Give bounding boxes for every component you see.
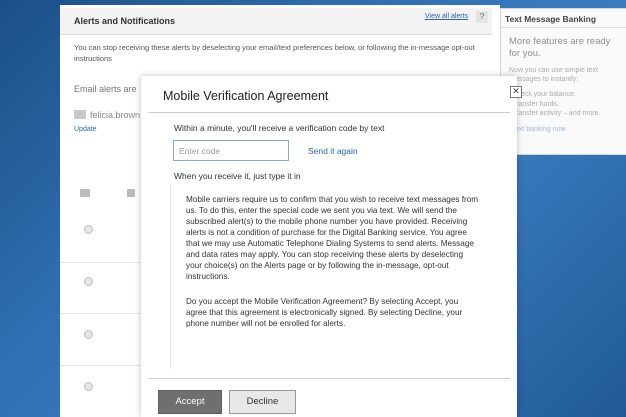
email-address: felicia.brown — [90, 109, 141, 120]
alerts-title: Alerts and Notifications — [74, 16, 176, 26]
row-divider — [60, 262, 150, 263]
modal-title: Mobile Verification Agreement — [163, 89, 329, 103]
now-text: Now you can use simple text messages to … — [509, 67, 599, 83]
mail-icon — [74, 110, 86, 120]
email-radio[interactable] — [84, 382, 93, 391]
code-input[interactable] — [173, 140, 289, 161]
email-alerts-label: Email alerts are — [74, 84, 137, 94]
feature-item: Check your balance. — [512, 91, 576, 98]
feature-list: Check your balance. Transfer funds. Tran… — [512, 90, 600, 119]
verification-intro: Within a minute, you'll receive a verifi… — [174, 123, 385, 133]
terms-question: Do you accept the Mobile Verification Ag… — [186, 297, 463, 328]
when-instructions: When you receive it, just type it in — [174, 171, 301, 181]
row-divider — [60, 365, 150, 366]
more-features-text: More features are ready for you. — [509, 36, 611, 59]
text-banking-link[interactable]: text banking now — [513, 126, 566, 133]
decline-button[interactable]: Decline — [229, 390, 296, 414]
row-divider — [60, 313, 150, 314]
chat-icon — [127, 189, 135, 197]
update-link[interactable]: Update — [74, 126, 97, 133]
mail-icon — [80, 189, 90, 197]
modal-divider — [148, 112, 510, 113]
send-again-link[interactable]: Send it again — [308, 146, 358, 156]
close-icon[interactable]: ✕ — [510, 86, 522, 98]
email-radio[interactable] — [84, 225, 93, 234]
text-banking-title: Text Message Banking — [505, 14, 597, 24]
help-icon[interactable]: ? — [476, 11, 488, 23]
terms-paragraph: Mobile carriers require us to confirm th… — [186, 195, 479, 281]
feature-item: Transfer activity – and more. — [512, 110, 601, 117]
email-row: felicia.brown — [74, 106, 140, 124]
modal-divider — [148, 378, 510, 379]
feature-item: Transfer funds. — [512, 100, 559, 108]
email-radio[interactable] — [84, 277, 93, 286]
view-all-alerts-link[interactable]: View all alerts — [425, 13, 468, 20]
panel-divider — [500, 27, 626, 28]
email-radio[interactable] — [84, 330, 93, 339]
alerts-description: You can stop receiving these alerts by d… — [74, 43, 475, 63]
accept-button[interactable]: Accept — [158, 390, 222, 414]
